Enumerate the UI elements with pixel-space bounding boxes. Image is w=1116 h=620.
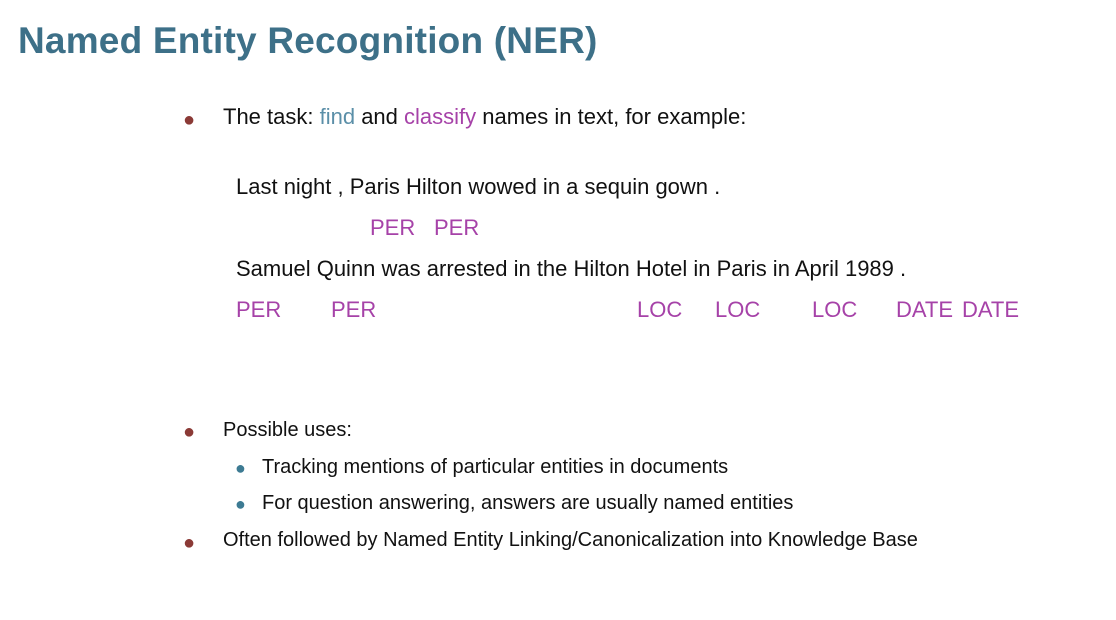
entity-tag-per: PER (236, 297, 282, 322)
example-sentence-2: Samuel Quinn was arrested in the Hilton … (236, 256, 907, 281)
task-bullet-text: The task: find and classify names in tex… (223, 104, 746, 130)
linking-bullet-text: Often followed by Named Entity Linking/C… (223, 529, 918, 551)
uses-heading: Possible uses: (223, 419, 352, 441)
bullet-dot-icon: ● (183, 421, 196, 443)
highlight-classify: classify (404, 104, 477, 129)
task-and: and (355, 104, 405, 129)
uses-item: For question answering, answers are usua… (262, 492, 794, 514)
entity-tag-per: PER (331, 297, 377, 322)
bullet-dot-icon: ● (183, 532, 196, 554)
entity-tag-loc: LOC (637, 297, 683, 322)
sub-bullet-dot-icon: ● (235, 458, 246, 478)
entity-tag-date: DATE (896, 297, 954, 322)
entity-tag-loc: LOC (715, 297, 761, 322)
slide-title: Named Entity Recognition (NER) (18, 20, 598, 61)
sub-bullet-dot-icon: ● (235, 494, 246, 514)
entity-tag-loc: LOC (812, 297, 858, 322)
example-sentence-1: Last night , Paris Hilton wowed in a seq… (236, 174, 721, 199)
task-suffix: names in text, for example: (476, 104, 747, 129)
bullet-dot-icon: ● (183, 109, 196, 131)
entity-tag-date: DATE (962, 297, 1020, 322)
task-prefix: The task: (223, 104, 320, 129)
entity-tag-per: PER (370, 215, 416, 240)
highlight-find: find (319, 104, 356, 129)
uses-item: Tracking mentions of particular entities… (262, 456, 729, 478)
entity-tag-per: PER (434, 215, 480, 240)
